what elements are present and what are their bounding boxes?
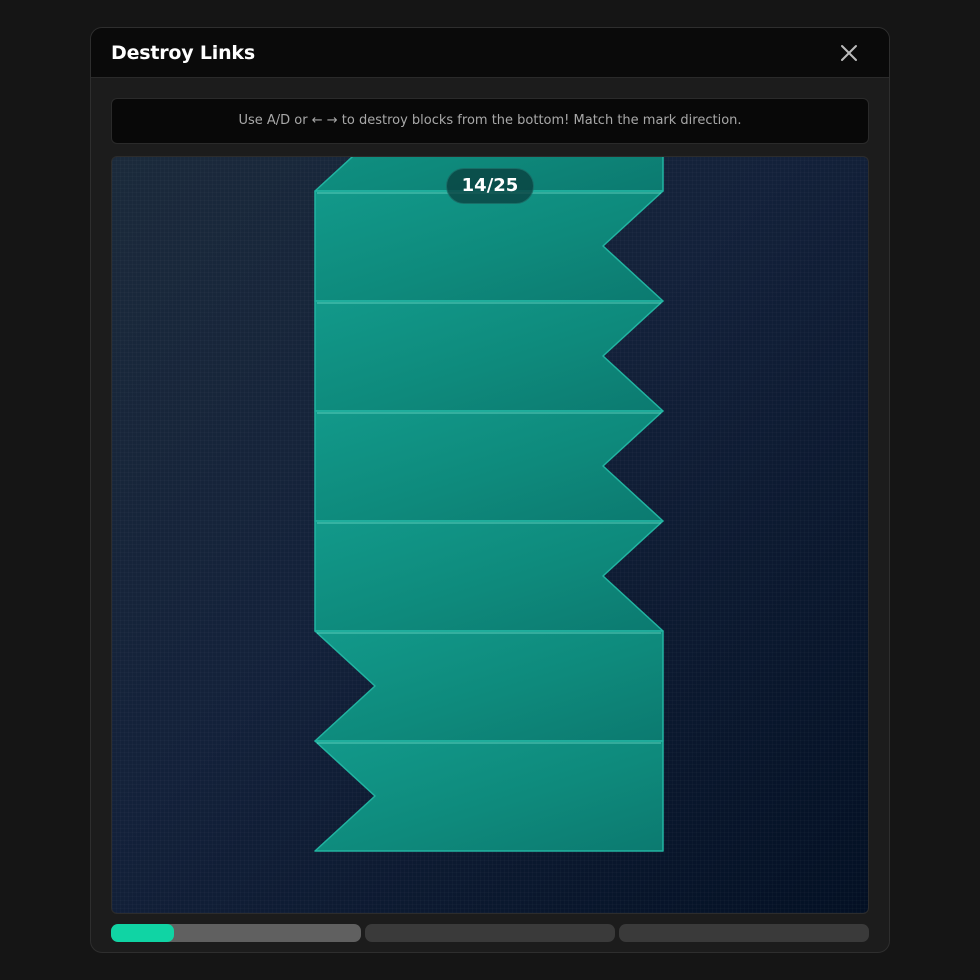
modal-header: Destroy Links — [91, 28, 889, 78]
block-stack — [314, 157, 664, 852]
game-modal: Destroy Links Use A/D or ← → to destroy … — [90, 27, 890, 953]
stage-progress-fill — [111, 924, 174, 942]
stack-block-left — [314, 740, 664, 852]
stack-block-right — [314, 300, 664, 412]
stack-block-left — [314, 630, 664, 742]
stage-progress-1 — [111, 924, 361, 942]
game-board[interactable]: 14/25 — [111, 156, 869, 914]
instructions-text: Use A/D or ← → to destroy blocks from th… — [111, 98, 869, 144]
close-icon — [841, 45, 857, 61]
close-button[interactable] — [839, 43, 859, 63]
stage-progress-2 — [365, 924, 615, 942]
stack-block-right — [314, 410, 664, 522]
stage-progress-3 — [619, 924, 869, 942]
stack-block-right — [314, 190, 664, 302]
modal-title: Destroy Links — [111, 42, 255, 64]
stack-block-right — [314, 520, 664, 632]
block-counter: 14/25 — [446, 168, 534, 204]
